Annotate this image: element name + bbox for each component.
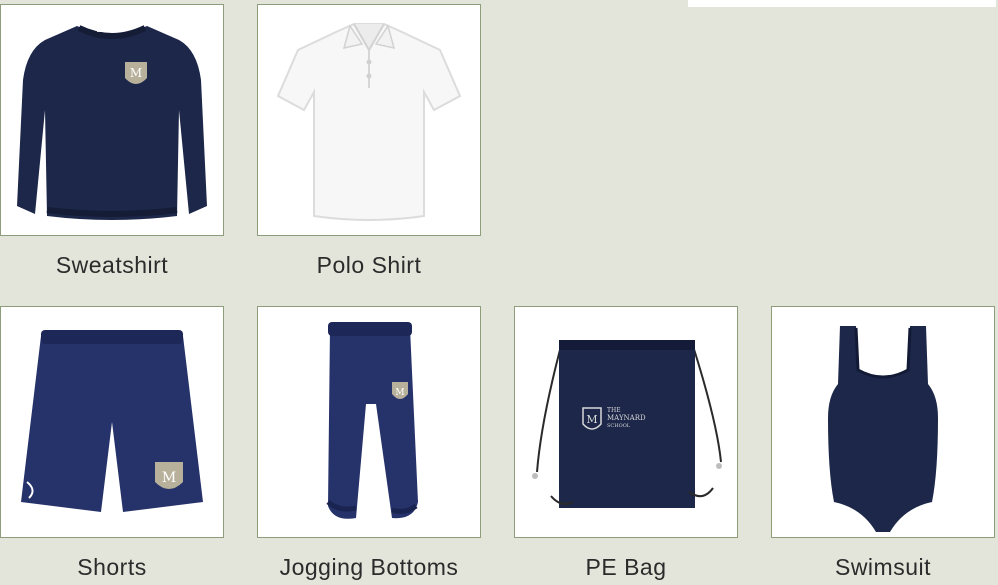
svg-text:THE: THE [607,407,621,414]
product-sweatshirt[interactable]: M Sweatshirt [0,4,224,279]
product-swimsuit[interactable]: Swimsuit [771,306,995,581]
top-panel-edge [688,0,996,7]
pe-bag-label[interactable]: PE Bag [514,554,738,581]
jogging-bottoms-icon: M [326,322,418,519]
svg-text:SCHOOL: SCHOOL [607,423,631,429]
svg-text:M: M [586,413,597,426]
svg-text:M: M [395,388,404,398]
svg-text:M: M [130,66,142,80]
sweatshirt-label[interactable]: Sweatshirt [0,252,224,279]
product-jogging-bottoms[interactable]: M Jogging Bottoms [257,306,481,581]
sweatshirt-icon: M [17,24,207,220]
pe-bag-icon: M THE MAYNARD SCHOOL [532,340,722,508]
sweatshirt-image[interactable]: M [0,4,224,236]
shorts-label[interactable]: Shorts [0,554,224,581]
swimsuit-label[interactable]: Swimsuit [771,554,995,581]
product-pe-bag[interactable]: M THE MAYNARD SCHOOL PE Bag [514,306,738,581]
svg-text:MAYNARD: MAYNARD [607,414,646,422]
product-polo-shirt[interactable]: Polo Shirt [257,4,481,279]
pe-bag-image[interactable]: M THE MAYNARD SCHOOL [514,306,738,538]
uniform-gallery: M Sweatshirt Polo Shirt M Shorts M Joggi… [0,0,998,585]
swimsuit-image[interactable] [771,306,995,538]
shorts-image[interactable]: M [0,306,224,538]
polo-shirt-image[interactable] [257,4,481,236]
product-shorts[interactable]: M Shorts [0,306,224,581]
jogging-bottoms-label[interactable]: Jogging Bottoms [257,554,481,581]
polo-shirt-label[interactable]: Polo Shirt [257,252,481,279]
swimsuit-icon [828,326,938,532]
shorts-icon: M [21,330,203,512]
svg-text:M: M [162,470,176,486]
polo-shirt-icon [276,23,462,221]
jogging-bottoms-image[interactable]: M [257,306,481,538]
